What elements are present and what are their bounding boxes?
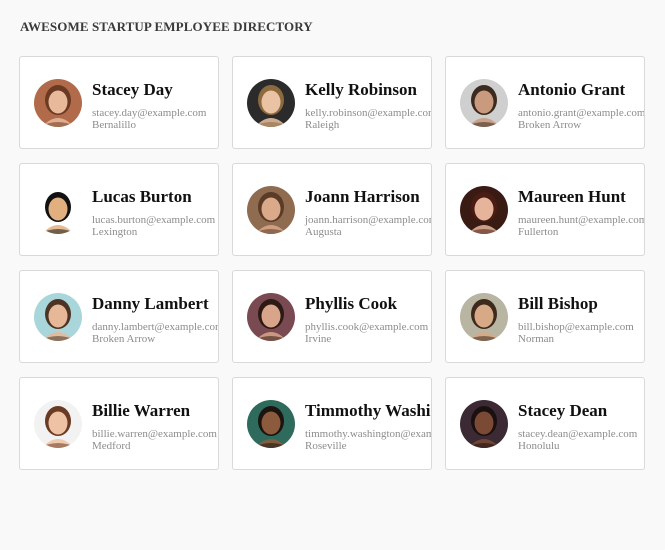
- avatar-portrait-icon: [460, 400, 508, 448]
- avatar-portrait-icon: [247, 186, 295, 234]
- employee-email: phyllis.cook@example.com: [305, 321, 429, 333]
- employee-info: Joann Harrison joann.harrison@example.com…: [305, 186, 431, 238]
- employee-name: Phyllis Cook: [305, 294, 398, 313]
- employee-card[interactable]: Lucas Burton lucas.burton@example.com Lexi…: [19, 163, 219, 256]
- avatar-portrait-icon: [460, 79, 508, 127]
- page-title: AWESOME STARTUP EMPLOYEE DIRECTORY: [20, 19, 313, 34]
- employee-grid: Stacey Day stacey.day@example.com Bernalil…: [19, 56, 645, 470]
- employee-card[interactable]: Stacey Day stacey.day@example.com Bernalil…: [19, 56, 219, 149]
- employee-name: Stacey Day: [92, 80, 173, 99]
- employee-name: Bill Bishop: [518, 294, 598, 313]
- avatar-portrait-icon: [247, 400, 295, 448]
- employee-name: Kelly Robinson: [305, 80, 417, 99]
- employee-card[interactable]: Stacey Dean stacey.dean@example.com Honolu…: [445, 377, 645, 470]
- avatar-portrait-icon: [34, 400, 82, 448]
- employee-name: Timmothy Washington: [305, 401, 431, 420]
- employee-avatar: [460, 186, 508, 234]
- employee-info: Bill Bishop bill.bishop@example.com Norman: [518, 293, 644, 345]
- employee-email: billie.warren@example.com: [92, 428, 217, 440]
- employee-name: Billie Warren: [92, 401, 191, 420]
- employee-email: joann.harrison@example.com: [305, 214, 432, 226]
- employee-card[interactable]: Maureen Hunt maureen.hunt@example.com Full…: [445, 163, 645, 256]
- employee-city: Norman: [518, 333, 555, 345]
- employee-email: danny.lambert@example.com: [92, 321, 219, 333]
- employee-city: Lexington: [92, 226, 138, 238]
- employee-email: bill.bishop@example.com: [518, 321, 634, 333]
- employee-email: lucas.burton@example.com: [92, 214, 216, 226]
- employee-info: Timmothy Washington timmothy.washington@e…: [305, 400, 431, 452]
- employee-city: Irvine: [305, 333, 332, 345]
- employee-avatar: [34, 293, 82, 341]
- employee-info: Stacey Day stacey.day@example.com Bernalil…: [92, 79, 218, 131]
- employee-city: Bernalillo: [92, 119, 136, 131]
- employee-avatar: [34, 186, 82, 234]
- employee-name: Maureen Hunt: [518, 187, 626, 206]
- employee-city: Roseville: [305, 440, 347, 452]
- employee-card[interactable]: Danny Lambert danny.lambert@example.com Br…: [19, 270, 219, 363]
- employee-info: Lucas Burton lucas.burton@example.com Lexi…: [92, 186, 218, 238]
- employee-name: Lucas Burton: [92, 187, 192, 206]
- employee-avatar: [247, 79, 295, 127]
- employee-card[interactable]: Phyllis Cook phyllis.cook@example.com Irvi…: [232, 270, 432, 363]
- employee-city: Medford: [92, 440, 131, 452]
- employee-avatar: [247, 186, 295, 234]
- employee-email: timmothy.washington@example.com: [305, 428, 431, 440]
- employee-email: stacey.day@example.com: [92, 107, 207, 119]
- employee-avatar: [34, 400, 82, 448]
- employee-info: Stacey Dean stacey.dean@example.com Honolu…: [518, 400, 644, 452]
- employee-avatar: [247, 400, 295, 448]
- employee-info: Danny Lambert danny.lambert@example.com Br…: [92, 293, 218, 345]
- employee-avatar: [460, 79, 508, 127]
- employee-city: Fullerton: [518, 226, 559, 238]
- employee-card[interactable]: Antonio Grant antonio.grant@example.com Br…: [445, 56, 645, 149]
- employee-info: Billie Warren billie.warren@example.com Me…: [92, 400, 218, 452]
- employee-name: Danny Lambert: [92, 294, 209, 313]
- employee-avatar: [247, 293, 295, 341]
- employee-card[interactable]: Bill Bishop bill.bishop@example.com Norman: [445, 270, 645, 363]
- avatar-portrait-icon: [460, 186, 508, 234]
- employee-city: Raleigh: [305, 119, 340, 131]
- employee-card[interactable]: Billie Warren billie.warren@example.com Me…: [19, 377, 219, 470]
- employee-avatar: [34, 79, 82, 127]
- employee-email: stacey.dean@example.com: [518, 428, 638, 440]
- avatar-portrait-icon: [34, 186, 82, 234]
- employee-city: Broken Arrow: [518, 119, 582, 131]
- employee-city: Augusta: [305, 226, 342, 238]
- avatar-portrait-icon: [247, 79, 295, 127]
- employee-name: Antonio Grant: [518, 80, 626, 99]
- employee-card[interactable]: Kelly Robinson kelly.robinson@example.com…: [232, 56, 432, 149]
- employee-info: Maureen Hunt maureen.hunt@example.com Full…: [518, 186, 644, 238]
- employee-name: Stacey Dean: [518, 401, 608, 420]
- employee-card[interactable]: Joann Harrison joann.harrison@example.com…: [232, 163, 432, 256]
- employee-city: Broken Arrow: [92, 333, 156, 345]
- employee-info: Kelly Robinson kelly.robinson@example.com…: [305, 79, 431, 131]
- employee-card[interactable]: Timmothy Washington timmothy.washington@e…: [232, 377, 432, 470]
- avatar-portrait-icon: [460, 293, 508, 341]
- employee-email: maureen.hunt@example.com: [518, 214, 645, 226]
- employee-email: antonio.grant@example.com: [518, 107, 645, 119]
- employee-avatar: [460, 400, 508, 448]
- employee-info: Phyllis Cook phyllis.cook@example.com Irvi…: [305, 293, 431, 345]
- employee-info: Antonio Grant antonio.grant@example.com Br…: [518, 79, 644, 131]
- employee-email: kelly.robinson@example.com: [305, 107, 432, 119]
- employee-name: Joann Harrison: [305, 187, 420, 206]
- avatar-portrait-icon: [34, 293, 82, 341]
- employee-avatar: [460, 293, 508, 341]
- employee-city: Honolulu: [518, 440, 560, 452]
- avatar-portrait-icon: [34, 79, 82, 127]
- avatar-portrait-icon: [247, 293, 295, 341]
